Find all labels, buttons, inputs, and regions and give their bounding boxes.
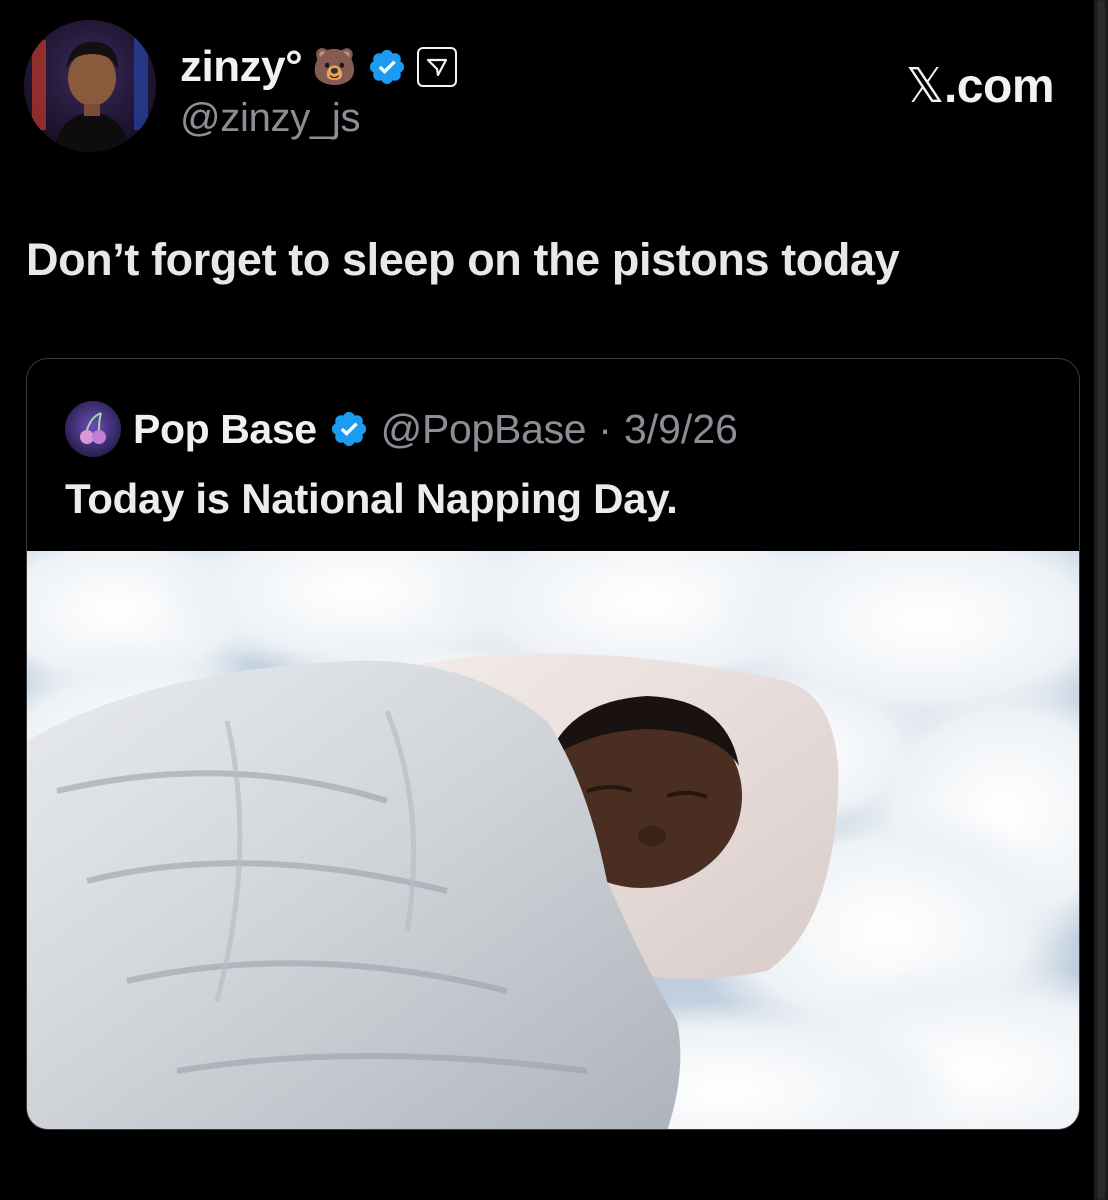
x-logo-icon: 𝕏 [905,58,945,114]
quoted-tweet-media[interactable] [27,551,1079,1129]
quoted-tweet-header: Pop Base @PopBase · 3/9/26 [65,401,738,457]
quoted-author-name[interactable]: Pop Base [133,406,317,453]
tweet-text: Don’t forget to sleep on the pistons tod… [26,234,900,285]
sleeping-in-clouds-image [27,551,1079,1129]
author-handle[interactable]: @zinzy_js [180,96,360,141]
site-label[interactable]: 𝕏.com [905,58,1055,114]
scrollbar-thumb[interactable] [1097,0,1105,1200]
author-avatar[interactable] [24,20,156,152]
verified-badge-icon [369,49,405,85]
quoted-tweet-text: Today is National Napping Day. [65,475,678,522]
quoted-tweet-date[interactable]: 3/9/26 [624,406,738,453]
site-label-suffix: .com [943,60,1055,113]
meta-separator: · [598,405,612,452]
verified-badge-icon [331,411,366,447]
quoted-tweet-card[interactable]: Pop Base @PopBase · 3/9/26 Today is Nati… [26,358,1080,1130]
bear-emoji-icon: 🐻 [312,46,357,87]
affiliation-badge-icon [417,47,457,87]
quoted-author-handle[interactable]: @PopBase [381,406,587,453]
quoted-author-avatar[interactable] [65,401,121,457]
scrollbar-track[interactable] [1094,0,1108,1200]
tweet-header: zinzy° 🐻 @zinzy_js 𝕏.com [24,20,1064,160]
author-display-name[interactable]: zinzy° [180,42,303,92]
author-name-row: zinzy° 🐻 [180,42,457,92]
